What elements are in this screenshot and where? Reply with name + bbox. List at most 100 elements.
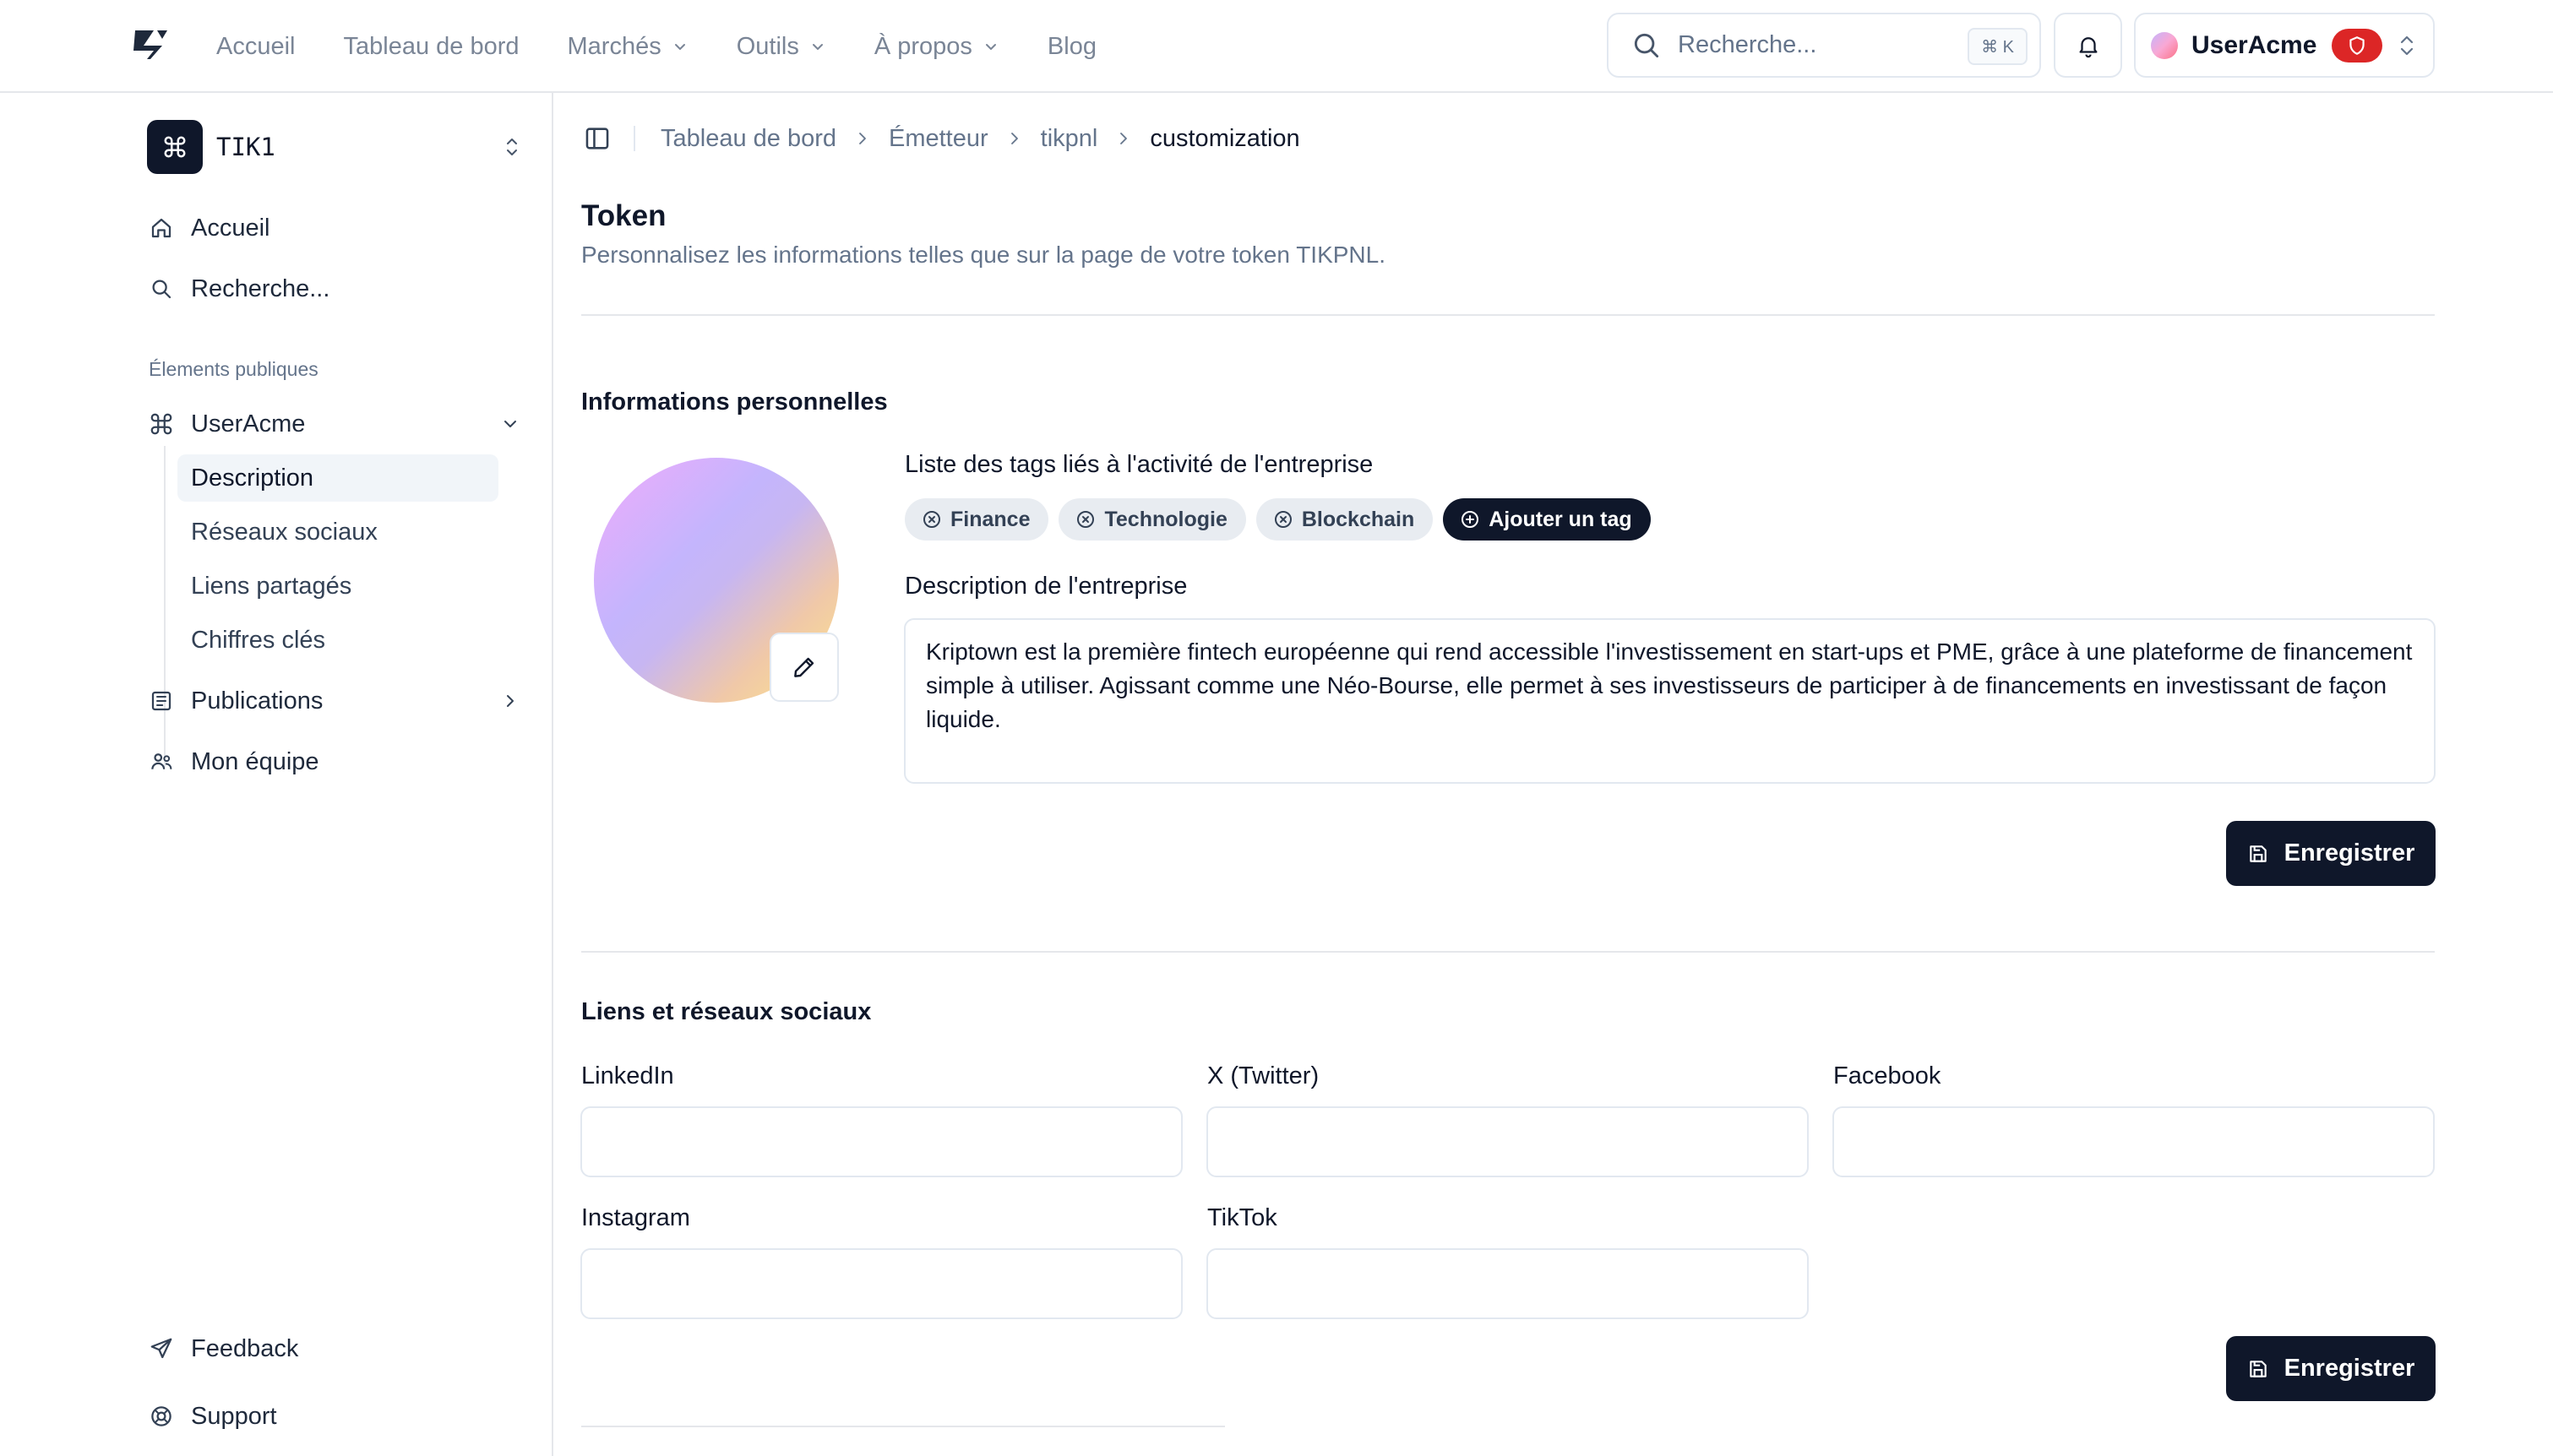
user-menu-button[interactable]: UserAcme <box>2134 13 2435 78</box>
search-placeholder: Recherche... <box>1678 31 1817 58</box>
tag-list: Finance Technologie Blockchain Ajouter u… <box>905 498 1651 541</box>
linkedin-input[interactable] <box>580 1106 1183 1177</box>
plus-circle-icon <box>1462 511 1479 528</box>
add-tag-label: Ajouter un tag <box>1489 507 1632 531</box>
nav-label: Marchés <box>567 32 661 60</box>
nav-item-marches[interactable]: Marchés <box>568 33 689 61</box>
save-label: Enregistrer <box>2284 839 2415 867</box>
remove-circle-icon[interactable] <box>922 509 942 530</box>
home-icon <box>151 218 171 238</box>
linkedin-label: LinkedIn <box>581 1062 674 1089</box>
nav-label: Blog <box>1047 32 1097 60</box>
nav-label: Outils <box>736 32 799 60</box>
nav-label: À propos <box>874 32 972 60</box>
sidebar: TIK1 Accueil Recherche... Élements publi… <box>0 93 553 1456</box>
breadcrumb-item[interactable]: Tableau de bord <box>661 125 836 153</box>
description-label: Description de l'entreprise <box>905 573 1188 600</box>
description-textarea[interactable]: Kriptown est la première fintech europée… <box>904 618 2436 784</box>
nav-label: Accueil <box>216 32 296 60</box>
instagram-label: Instagram <box>581 1204 690 1231</box>
section-title-personal: Informations personnelles <box>581 388 888 416</box>
main-content: Tableau de bord Émetteur tikpnl customiz… <box>555 93 2553 1456</box>
command-icon <box>147 120 203 174</box>
sidebar-toggle-icon[interactable] <box>583 124 612 153</box>
sidebar-item-label: Accueil <box>191 214 270 242</box>
page-subtitle: Personnalisez les informations telles qu… <box>581 242 1385 268</box>
org-name: TIK1 <box>216 133 275 161</box>
send-icon <box>150 1338 172 1359</box>
sidebar-item-label: Feedback <box>191 1334 299 1362</box>
notifications-button[interactable] <box>2054 13 2122 78</box>
sidebar-item-accueil[interactable]: Accueil <box>147 204 529 252</box>
nav-item-outils[interactable]: Outils <box>737 33 826 61</box>
save-social-button[interactable]: Enregistrer <box>2226 1336 2436 1401</box>
breadcrumb-current: customization <box>1150 124 1300 152</box>
chevron-down-icon <box>504 421 516 427</box>
divider <box>581 314 2435 316</box>
nav-label: Tableau de bord <box>343 32 520 60</box>
tag-label: Technologie <box>1104 507 1228 531</box>
remove-circle-icon[interactable] <box>1075 509 1096 530</box>
save-icon <box>2249 1360 2267 1377</box>
sidebar-item-mon-equipe[interactable]: Mon équipe <box>147 738 529 785</box>
tags-label: Liste des tags liés à l'activité de l'en… <box>905 451 1374 478</box>
page-title: Token <box>581 199 667 232</box>
main-nav: Accueil Tableau de bord Marchés Outils À… <box>216 0 1097 93</box>
save-icon <box>2249 845 2267 862</box>
chevron-down-icon <box>985 44 996 50</box>
edit-avatar-button[interactable] <box>770 633 839 702</box>
chevron-right-icon <box>1010 133 1018 144</box>
admin-badge <box>2332 28 2383 62</box>
add-tag-button[interactable]: Ajouter un tag <box>1443 498 1651 541</box>
chevron-down-icon <box>812 44 823 50</box>
lifebuoy-icon <box>151 1406 171 1426</box>
tag-label: Blockchain <box>1301 507 1415 531</box>
tag-blockchain[interactable]: Blockchain <box>1255 498 1434 541</box>
sidebar-subitem-description[interactable]: Description <box>177 454 498 502</box>
breadcrumb-item[interactable]: Émetteur <box>889 125 988 153</box>
sidebar-subitem-liens-partages[interactable]: Liens partagés <box>177 562 498 610</box>
save-personal-button[interactable]: Enregistrer <box>2226 821 2436 886</box>
sidebar-subitem-chiffres-cles[interactable]: Chiffres clés <box>177 617 498 664</box>
twitter-input[interactable] <box>1206 1106 1809 1177</box>
org-switcher[interactable]: TIK1 <box>147 120 529 174</box>
breadcrumb-item[interactable]: tikpnl <box>1041 125 1098 153</box>
remove-circle-icon[interactable] <box>1273 509 1293 530</box>
facebook-label: Facebook <box>1833 1062 1941 1089</box>
sidebar-item-support[interactable]: Support <box>147 1393 529 1440</box>
sidebar-item-publications[interactable]: Publications <box>147 677 529 725</box>
global-search[interactable]: Recherche... ⌘ K <box>1607 13 2041 78</box>
chevron-down-icon <box>674 44 685 50</box>
save-label: Enregistrer <box>2284 1355 2415 1382</box>
pencil-icon <box>794 657 814 677</box>
nav-item-blog[interactable]: Blog <box>1048 33 1097 61</box>
tag-technologie[interactable]: Technologie <box>1059 498 1246 541</box>
sidebar-item-feedback[interactable]: Feedback <box>147 1325 529 1372</box>
tag-finance[interactable]: Finance <box>905 498 1049 541</box>
tag-label: Finance <box>950 507 1031 531</box>
twitter-label: X (Twitter) <box>1207 1062 1320 1089</box>
top-navbar: Accueil Tableau de bord Marchés Outils À… <box>0 0 2553 93</box>
brand-logo-icon[interactable] <box>128 25 172 62</box>
chevron-right-icon <box>859 133 866 144</box>
chevron-right-icon <box>507 695 514 707</box>
divider <box>581 1426 1225 1427</box>
facebook-input[interactable] <box>1832 1106 2435 1177</box>
search-icon <box>1634 33 1659 57</box>
sidebar-subitem-reseaux-sociaux[interactable]: Réseaux sociaux <box>177 508 498 556</box>
nav-item-tableau-de-bord[interactable]: Tableau de bord <box>344 33 520 61</box>
sidebar-item-useracme[interactable]: UserAcme <box>147 400 529 448</box>
search-icon <box>152 280 171 299</box>
sidebar-item-recherche[interactable]: Recherche... <box>147 265 529 312</box>
breadcrumb-divider <box>634 126 635 151</box>
tiktok-label: TikTok <box>1207 1204 1277 1231</box>
tiktok-input[interactable] <box>1206 1248 1809 1319</box>
chevron-right-icon <box>1120 133 1128 144</box>
user-name: UserAcme <box>2191 30 2317 59</box>
nav-item-a-propos[interactable]: À propos <box>874 33 999 61</box>
nav-item-accueil[interactable]: Accueil <box>216 33 296 61</box>
breadcrumb: Tableau de bord Émetteur tikpnl customiz… <box>583 115 1300 162</box>
instagram-input[interactable] <box>580 1248 1183 1319</box>
users-icon <box>151 753 172 769</box>
command-icon <box>150 413 172 435</box>
